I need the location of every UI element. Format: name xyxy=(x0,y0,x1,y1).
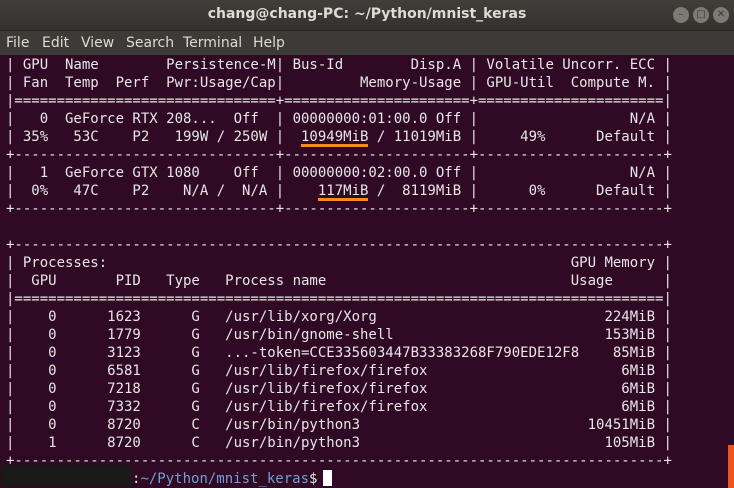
text-cursor xyxy=(323,470,333,486)
terminal-output[interactable]: | GPU Name Persistence-M| Bus-Id Disp.A … xyxy=(0,55,734,488)
menu-file[interactable]: File xyxy=(6,35,29,51)
terminal-line: | 0 1623 G /usr/lib/xorg/Xorg 224MiB | xyxy=(6,309,672,325)
menu-help[interactable]: Help xyxy=(253,35,285,51)
terminal-line: | 1 8720 C /usr/bin/python3 105MiB | xyxy=(6,435,672,451)
terminal-line: | GPU PID Type Process name Usage | xyxy=(6,273,672,289)
maximize-icon[interactable]: □ xyxy=(693,7,709,23)
prompt-path: ~/Python/mnist_keras xyxy=(140,471,310,487)
menu-edit[interactable]: Edit xyxy=(42,35,69,51)
scrollbar[interactable] xyxy=(728,445,734,488)
menu-bar: File Edit View Search Terminal Help xyxy=(0,31,734,55)
redacted-username xyxy=(0,465,132,487)
memory-usage-underline xyxy=(301,144,369,147)
terminal-line: |=======================================… xyxy=(6,291,672,307)
terminal-line: |===============================+=======… xyxy=(6,93,672,109)
menu-view[interactable]: View xyxy=(81,35,114,51)
minimize-icon[interactable]: – xyxy=(673,7,689,23)
window-title: chang@chang-PC: ~/Python/mnist_keras xyxy=(207,6,527,22)
terminal-line: | 0 GeForce RTX 208... Off | 00000000:01… xyxy=(6,111,672,127)
terminal-line: | 0 3123 G ...-token=CCE335603447B333832… xyxy=(6,345,672,361)
terminal-line: | 0 7218 G /usr/lib/firefox/firefox 6MiB… xyxy=(6,381,672,397)
terminal-line: | Processes: GPU Memory | xyxy=(6,255,672,271)
terminal-line: +-------------------------------+-------… xyxy=(6,147,672,163)
close-icon[interactable]: ✕ xyxy=(713,7,729,23)
shell-prompt[interactable]: :~/Python/mnist_keras$ xyxy=(132,470,333,488)
menu-search[interactable]: Search xyxy=(126,35,174,51)
terminal-line: +---------------------------------------… xyxy=(6,237,672,253)
title-bar: chang@chang-PC: ~/Python/mnist_keras – □… xyxy=(0,0,734,31)
terminal-line: | Fan Temp Perf Pwr:Usage/Cap| Memory-Us… xyxy=(6,75,672,91)
terminal-line: | 0 1779 G /usr/bin/gnome-shell 153MiB | xyxy=(6,327,672,343)
prompt-symbol: $ xyxy=(309,471,318,487)
terminal-line: | 1 GeForce GTX 1080 Off | 00000000:02:0… xyxy=(6,165,672,181)
terminal-line: | 0 6581 G /usr/lib/firefox/firefox 6MiB… xyxy=(6,363,672,379)
terminal-line: | 0 8720 C /usr/bin/python3 10451MiB | xyxy=(6,417,672,433)
terminal-line: | 0 7332 G /usr/lib/firefox/firefox 6MiB… xyxy=(6,399,672,415)
memory-usage-underline xyxy=(317,198,369,201)
menu-terminal[interactable]: Terminal xyxy=(183,35,242,51)
terminal-line: | GPU Name Persistence-M| Bus-Id Disp.A … xyxy=(6,57,672,73)
terminal-line: +-------------------------------+-------… xyxy=(6,201,672,217)
